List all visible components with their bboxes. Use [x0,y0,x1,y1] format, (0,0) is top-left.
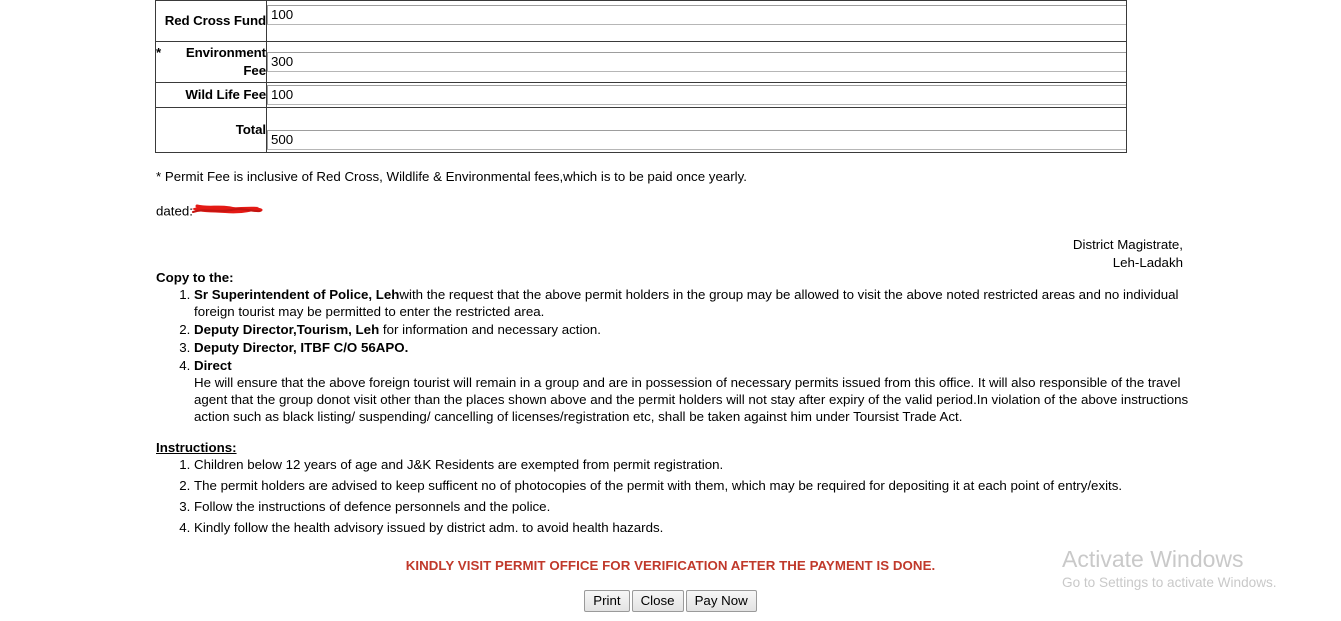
dated-label: dated: [156,203,193,219]
fee-label-red-cross-fund: Red Cross Fund [155,0,267,42]
list-item: Deputy Director,Tourism, Leh for informa… [194,321,1216,338]
asterisk-marker: * [156,45,162,61]
signature-location: Leh-Ladakh [1112,254,1183,270]
signature-block: District Magistrate, Leh-Ladakh [1073,236,1183,271]
fee-table: Red Cross Fund * Environment Fee Wild Lif… [155,0,1127,153]
dated-line: dated: [156,202,263,222]
copy-item-2-text: for information and necessary action. [379,322,601,338]
copy-to-list: Sr Superintendent of Police, Lehwith the… [156,286,1216,426]
list-item: Deputy Director, ITBF C/O 56APO. [194,339,1216,356]
copy-item-1-bold: Sr Superintendent of Police, Leh [194,287,400,302]
instructions-heading: Instructions: [156,440,237,455]
fee-value-cell-total [266,107,1127,153]
fee-label-text: Environment Fee [185,45,266,78]
fee-value-cell-wild-life-fee [266,82,1127,108]
copy-item-2-bold: Deputy Director,Tourism, Leh [194,322,380,338]
button-bar: Print Close Pay Now [0,590,1341,612]
list-item: The permit holders are advised to keep s… [194,477,1294,494]
fee-label-wild-life-fee: Wild Life Fee [155,82,267,108]
copy-item-4-paragraph: He will ensure that the above foreign to… [194,374,1189,425]
table-row: * Environment Fee [155,41,1127,83]
wild-life-fee-input[interactable] [267,85,1127,105]
copy-item-4-bold: Direct [194,357,232,373]
fee-value-cell-environment-fee [266,41,1127,83]
list-item: Children below 12 years of age and J&K R… [194,456,1294,473]
list-item: Kindly follow the health advisory issued… [194,519,1294,536]
copy-item-3-bold: Deputy Director, ITBF C/O 56APO. [194,339,409,355]
redaction-mark [191,201,263,221]
close-button[interactable]: Close [631,590,684,612]
list-item: Direct He will ensure that the above for… [194,357,1216,426]
total-input[interactable] [267,130,1127,150]
permit-fee-note: * Permit Fee is inclusive of Red Cross, … [156,169,747,184]
windows-activation-watermark: Activate Windows Go to Settings to activ… [1062,546,1277,592]
table-row: Total [155,107,1127,153]
pay-now-button[interactable]: Pay Now [685,590,757,612]
watermark-subtitle: Go to Settings to activate Windows. [1062,575,1277,590]
list-item: Follow the instructions of defence perso… [194,498,1294,515]
fee-table-container: Red Cross Fund * Environment Fee Wild Lif… [155,0,1127,153]
signature-designation: District Magistrate, [1072,237,1183,252]
red-cross-fund-input[interactable] [267,5,1127,25]
print-button[interactable]: Print [584,590,630,612]
fee-label-total: Total [155,107,267,153]
list-item: Sr Superintendent of Police, Lehwith the… [194,286,1216,321]
instructions-list: Children below 12 years of age and J&K R… [156,456,1294,540]
table-row: Wild Life Fee [155,82,1127,108]
environment-fee-input[interactable] [267,52,1127,72]
fee-label-environment-fee: * Environment Fee [155,41,267,83]
table-row: Red Cross Fund [155,0,1127,42]
watermark-title: Activate Windows [1062,546,1244,572]
copy-to-heading: Copy to the: [156,270,234,285]
fee-value-cell-red-cross-fund [266,0,1127,42]
